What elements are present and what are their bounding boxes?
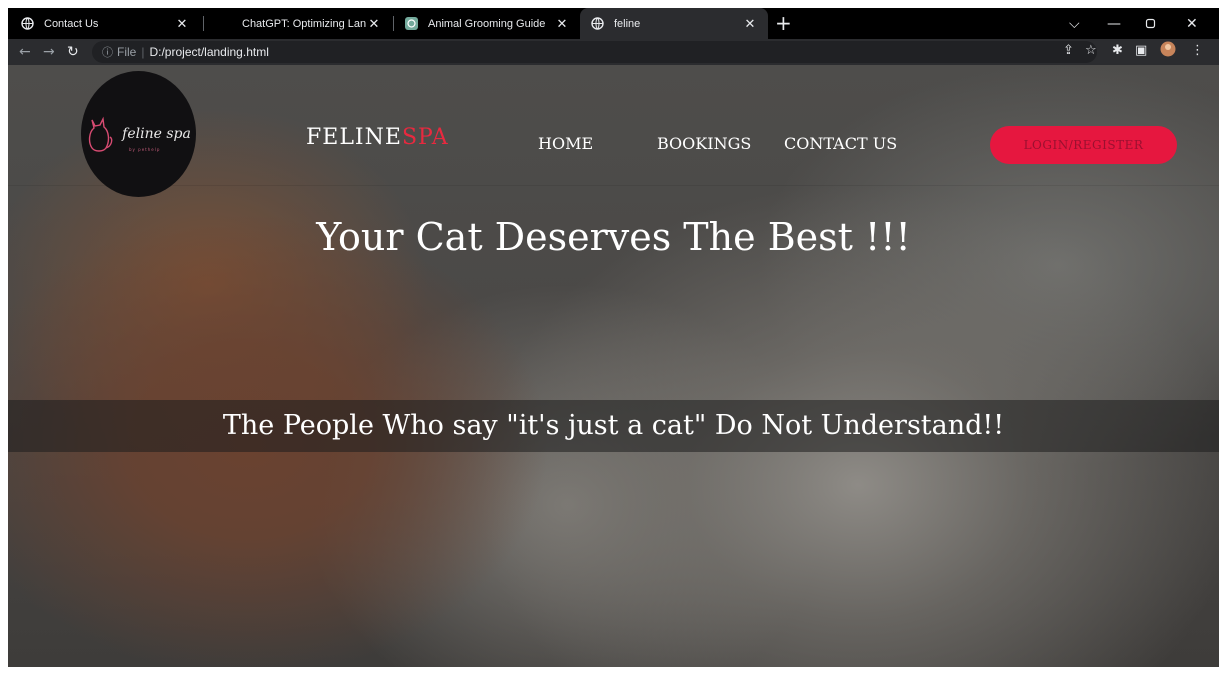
tab-feline[interactable]: feline ✕ xyxy=(580,8,768,39)
scheme-label: File xyxy=(117,45,137,59)
hero-tagline: The People Who say "it's just a cat" Do … xyxy=(222,410,1005,441)
tab-title: ChatGPT: Optimizing Language M xyxy=(242,17,366,30)
hero-title: Your Cat Deserves The Best !!! xyxy=(316,215,911,259)
close-icon[interactable]: ✕ xyxy=(366,16,382,32)
restore-icon[interactable] xyxy=(1145,8,1156,39)
background-texture xyxy=(8,185,1219,186)
brand-name: FELINESPA xyxy=(306,125,449,150)
address-path: D:/project/landing.html xyxy=(149,45,269,59)
tab-contact-us[interactable]: Contact Us ✕ xyxy=(10,8,200,39)
tab-search-icon[interactable]: ⌵ xyxy=(1069,8,1080,39)
tab-chatgpt-optimizing[interactable]: ChatGPT: Optimizing Language M ✕ xyxy=(208,8,392,39)
back-icon[interactable]: ← xyxy=(19,44,31,60)
extensions-icon[interactable]: ✱ xyxy=(1112,43,1123,58)
close-icon[interactable]: ✕ xyxy=(742,16,758,32)
menu-kebab-icon[interactable]: ⋮ xyxy=(1191,43,1204,58)
minimize-icon[interactable]: — xyxy=(1107,8,1121,39)
nav-home[interactable]: HOME xyxy=(538,134,593,153)
nav-contact-us[interactable]: CONTACT US xyxy=(784,134,897,153)
side-panel-icon[interactable]: ▣ xyxy=(1135,43,1147,58)
close-icon[interactable]: ✕ xyxy=(554,16,570,32)
brand-primary: FELINE xyxy=(306,125,402,150)
site-logo[interactable]: feline spa by pethelp xyxy=(81,71,196,197)
globe-icon xyxy=(590,17,604,31)
logo-subtext: by pethelp xyxy=(129,147,161,152)
nav-bookings[interactable]: BOOKINGS xyxy=(657,134,751,153)
tab-title: Animal Grooming Guide xyxy=(428,17,546,30)
globe-icon xyxy=(20,17,34,31)
address-divider: | xyxy=(141,45,145,59)
browser-toolbar: ← → ↻ ⓘ File | D:/project/landing.html ⇪… xyxy=(8,39,1219,65)
close-icon[interactable]: ✕ xyxy=(174,16,190,32)
close-window-icon[interactable]: ✕ xyxy=(1186,8,1198,39)
browser-window: Contact Us ✕ ChatGPT: Optimizing Languag… xyxy=(8,8,1219,667)
brand-accent: SPA xyxy=(401,125,449,150)
chatgpt-icon xyxy=(404,17,418,31)
login-register-button[interactable]: LOGIN/REGISTER xyxy=(990,126,1177,164)
bookmark-star-icon[interactable]: ☆ xyxy=(1085,43,1097,58)
logo-text: feline spa xyxy=(122,126,191,142)
tab-separator xyxy=(203,16,204,31)
tab-animal-grooming[interactable]: Animal Grooming Guide ✕ xyxy=(394,8,580,39)
cat-logo-icon xyxy=(89,116,113,152)
info-icon[interactable]: ⓘ xyxy=(102,44,113,60)
tab-strip: Contact Us ✕ ChatGPT: Optimizing Languag… xyxy=(8,8,1219,39)
page-viewport: feline spa by pethelp FELINESPA HOME BOO… xyxy=(8,65,1219,667)
new-tab-button[interactable]: + xyxy=(775,11,792,35)
tab-title: feline xyxy=(614,17,641,30)
forward-icon[interactable]: → xyxy=(43,44,55,60)
address-bar[interactable]: ⓘ File | D:/project/landing.html xyxy=(92,41,1097,63)
share-icon[interactable]: ⇪ xyxy=(1063,43,1074,58)
reload-icon[interactable]: ↻ xyxy=(67,44,79,60)
profile-avatar[interactable] xyxy=(1160,41,1176,61)
chatgpt-icon xyxy=(218,17,232,31)
tab-title: Contact Us xyxy=(44,17,99,30)
